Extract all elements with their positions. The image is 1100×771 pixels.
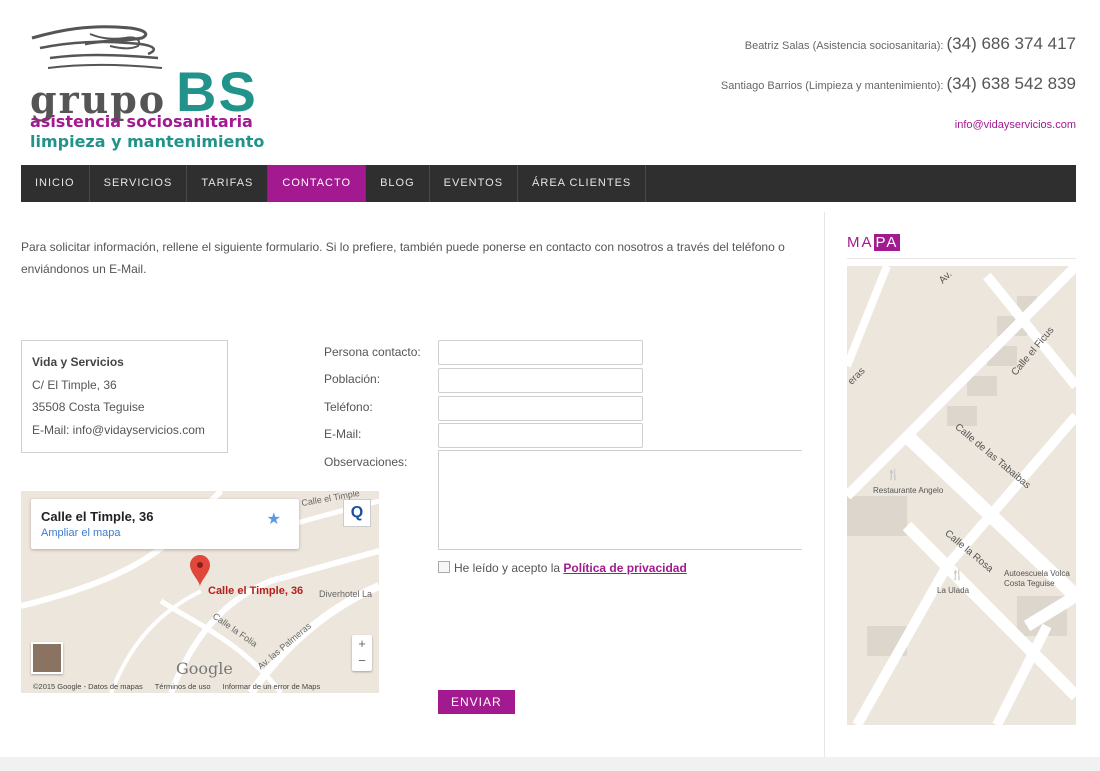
nav-item-blog[interactable]: BLOG bbox=[366, 165, 430, 202]
city-input[interactable] bbox=[438, 368, 643, 393]
logo-tagline-1: asistencia sociosanitaria bbox=[30, 112, 253, 131]
label-email: E-Mail: bbox=[324, 427, 362, 441]
site-logo[interactable]: grupo BS asistencia sociosanitaria limpi… bbox=[22, 20, 265, 155]
zoom-out-button[interactable]: − bbox=[352, 652, 372, 669]
nav-item-eventos[interactable]: EVENTOS bbox=[430, 165, 519, 202]
logo-tagline-2: limpieza y mantenimiento bbox=[30, 132, 265, 151]
map-zoom-control: + − bbox=[352, 635, 372, 671]
email-input[interactable] bbox=[438, 423, 643, 448]
label-notes: Observaciones: bbox=[324, 455, 408, 469]
street-view-thumbnail[interactable] bbox=[31, 642, 63, 674]
map-info-card: Calle el Timple, 36 Ampliar el mapa ★ bbox=[31, 499, 299, 549]
address-box: Vida y Servicios C/ El Timple, 36 35508 … bbox=[21, 340, 228, 453]
sidebar-rule bbox=[847, 258, 1076, 259]
sidebar-map[interactable]: Av. Calle el Ficus Calle de las Tabaibas… bbox=[847, 266, 1076, 725]
map-copyright: ©2015 Google - Datos de mapas bbox=[33, 682, 143, 691]
contact-phone[interactable]: (34) 686 374 417 bbox=[947, 34, 1077, 53]
send-button[interactable]: ENVIAR bbox=[438, 690, 515, 714]
save-star-icon[interactable]: ★ bbox=[267, 509, 281, 529]
main-nav: INICIO SERVICIOS TARIFAS CONTACTO BLOG E… bbox=[21, 165, 1076, 202]
embedded-map[interactable]: Calle el Timple, 36 Ampliar el mapa ★ Q … bbox=[21, 491, 379, 693]
contact-phone[interactable]: (34) 638 542 839 bbox=[947, 74, 1077, 93]
nav-item-servicios[interactable]: SERVICIOS bbox=[90, 165, 188, 202]
contact-name: Beatriz Salas (Asistencia sociosanitaria… bbox=[744, 40, 944, 52]
nav-item-area-clientes[interactable]: ÁREA CLIENTES bbox=[518, 165, 647, 202]
nav-item-contacto[interactable]: CONTACTO bbox=[268, 165, 367, 202]
intro-text: Para solicitar información, rellene el s… bbox=[21, 240, 785, 276]
map-enlarge-link[interactable]: Ampliar el mapa bbox=[41, 527, 120, 539]
restaurant-icon: 🍴 bbox=[951, 570, 964, 581]
notes-textarea[interactable] bbox=[438, 450, 802, 550]
hands-logo-icon bbox=[31, 25, 163, 69]
header-contact-santiago: Santiago Barrios (Limpieza y mantenimien… bbox=[721, 74, 1076, 94]
map-footer: ©2015 Google - Datos de mapas Términos d… bbox=[33, 682, 330, 691]
sidebar-title-part1: MA bbox=[847, 234, 874, 251]
label-phone: Teléfono: bbox=[324, 400, 373, 414]
contact-person-input[interactable] bbox=[438, 340, 643, 365]
map-pin-label: Calle el Timple, 36 bbox=[208, 585, 304, 597]
map-place-title: Calle el Timple, 36 bbox=[41, 509, 154, 524]
header-contact-beatriz: Beatriz Salas (Asistencia sociosanitaria… bbox=[745, 34, 1076, 54]
address-city: 35508 Costa Teguise bbox=[32, 400, 145, 414]
map-poi-label: Restaurante Angelo bbox=[873, 486, 944, 495]
address-street: C/ El Timple, 36 bbox=[32, 377, 117, 392]
map-hotel-label: Diverhotel La bbox=[319, 589, 373, 599]
sidebar-title: MA PA bbox=[847, 234, 901, 251]
zoom-in-button[interactable]: + bbox=[352, 635, 372, 652]
sidebar-divider bbox=[824, 212, 825, 757]
restaurant-icon: 🍴 bbox=[887, 470, 900, 481]
map-pin-icon bbox=[190, 555, 210, 587]
phone-input[interactable] bbox=[438, 396, 643, 421]
google-logo: Google bbox=[176, 659, 233, 678]
address-email: E-Mail: info@vidayservicios.com bbox=[32, 422, 205, 437]
company-name: Vida y Servicios bbox=[32, 355, 124, 369]
footer-bar bbox=[0, 757, 1100, 771]
contact-name: Santiago Barrios (Limpieza y mantenimien… bbox=[720, 80, 944, 92]
map-terms-link[interactable]: Términos de uso bbox=[155, 682, 211, 691]
map-report-link[interactable]: Informar de un error de Maps bbox=[223, 682, 321, 691]
agency-logo-icon: Q bbox=[343, 499, 371, 527]
privacy-policy-link[interactable]: Política de privacidad bbox=[563, 561, 686, 575]
label-contact: Persona contacto: bbox=[324, 345, 421, 359]
nav-item-inicio[interactable]: INICIO bbox=[21, 165, 90, 202]
map-poi-label: Costa Teguise bbox=[1004, 579, 1055, 588]
privacy-text: He leído y acepto la bbox=[454, 561, 564, 575]
sidebar-title-part2: PA bbox=[873, 234, 901, 251]
header-email-link[interactable]: info@vidayservicios.com bbox=[955, 119, 1076, 131]
map-poi-label: La Ulada bbox=[937, 586, 970, 595]
label-city: Población: bbox=[324, 372, 381, 386]
nav-item-tarifas[interactable]: TARIFAS bbox=[187, 165, 269, 202]
privacy-consent: He leído y acepto la Política de privaci… bbox=[438, 561, 687, 575]
map-poi-label: Autoescuela Volca bbox=[1004, 569, 1070, 578]
privacy-checkbox[interactable] bbox=[438, 561, 450, 573]
